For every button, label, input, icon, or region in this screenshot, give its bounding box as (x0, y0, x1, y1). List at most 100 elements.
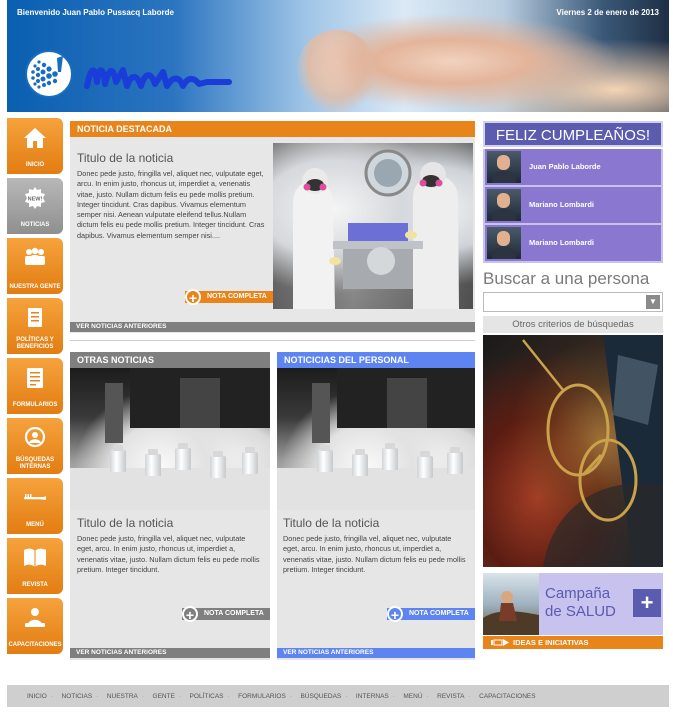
company-logo[interactable] (25, 50, 73, 98)
chevron-down-icon[interactable]: ▼ (646, 295, 660, 309)
sidebar-item-label: NUESTRA GENTE (9, 284, 61, 290)
other-news-image[interactable] (70, 368, 270, 510)
other-news-header: OTRAS NOTICIAS (70, 352, 270, 368)
campaign-text: Campaña de SALUD (545, 585, 616, 621)
featured-news-title[interactable]: Titulo de la noticia (77, 151, 267, 165)
sidebar-nav: INICIO NEW! NOTICIAS NUESTRA GENTE POLÍT… (7, 118, 63, 658)
sidebar-item-label: NOTICIAS (20, 222, 50, 228)
footer-link-menu[interactable]: MENÚ (403, 686, 422, 708)
cutlery-icon (24, 494, 46, 500)
magazine-image[interactable] (483, 335, 663, 567)
sidebar-item-noticias[interactable]: NEW! NOTICIAS (7, 178, 63, 234)
footer-separator: · (468, 693, 471, 700)
other-news-panel: OTRAS NOTICIAS Titulo de la noticia Done… (70, 352, 270, 660)
featured-more-button[interactable]: + NOTA COMPLETA (185, 289, 273, 306)
featured-news-image[interactable] (273, 143, 473, 309)
sidebar-item-menu[interactable]: MENÚ (7, 478, 63, 534)
ideas-initiatives-label: IDEAS E INICIATIVAS (513, 638, 589, 647)
footer-link-capacitaciones[interactable]: CAPACITACIONES (479, 686, 535, 708)
staff-news-body: Donec pede justo, fringilla vel, aliquet… (283, 534, 466, 574)
book-icon (24, 548, 46, 567)
footer-separator: · (227, 693, 230, 700)
campaign-plus-icon[interactable]: + (633, 589, 661, 617)
ideas-arrow-icon (491, 639, 509, 646)
staff-previous-link[interactable]: VER NOTICIAS ANTERIORES (277, 648, 475, 658)
campaign-line1: Campaña (545, 585, 611, 602)
other-news-text: Titulo de la noticia Donec pede justo, f… (77, 516, 263, 575)
sidebar-item-label: INICIO (25, 162, 45, 168)
birthday-person-row[interactable]: Mariano Lombardi (485, 225, 661, 261)
current-date: Viernes 2 de enero de 2013 (556, 8, 659, 17)
vial (145, 449, 161, 476)
lab-machine-illustration (70, 368, 270, 510)
plus-icon: + (387, 606, 403, 623)
vial (242, 447, 258, 474)
featured-news-panel: NOTICIA DESTACADA Titulo de la noticia D… (70, 121, 475, 333)
staff-news-header: NOTICICIAS DEL PERSONAL (277, 352, 475, 368)
staff-news-text: Titulo de la noticia Donec pede justo, f… (283, 516, 469, 575)
featured-news-header: NOTICIA DESTACADA (70, 121, 475, 137)
header-banner: Bienvenido Juan Pablo Pussacq Laborde Vi… (7, 0, 669, 112)
footer-separator: · (289, 693, 292, 700)
footer-link-formularios[interactable]: FORMULARIOS (238, 686, 286, 708)
birthday-person-name: Juan Pablo Laborde (529, 162, 601, 171)
footer-separator: · (178, 693, 182, 700)
sidebar-item-label: REVISTA (22, 582, 48, 588)
sidebar-item-busquedas[interactable]: BÚSQUEDAS INTERNAS (7, 418, 63, 474)
sidebar-item-politicas[interactable]: POLÍTICAS Y BENEFICIOS (7, 298, 63, 354)
staff-more-button[interactable]: + NOTA COMPLETA (387, 606, 475, 623)
birthday-person-row[interactable]: Juan Pablo Laborde (485, 149, 661, 185)
footer-link-gente[interactable]: GENTE (153, 686, 175, 708)
featured-previous-link[interactable]: VER NOTICIAS ANTERIORES (70, 322, 475, 332)
birthday-list: Juan Pablo Laborde Mariano Lombardi Mari… (483, 149, 663, 263)
search-person-select[interactable]: ▼ (483, 292, 663, 312)
footer-link-politicas[interactable]: POLÍTICAS (190, 686, 224, 708)
lab-workers-illustration (293, 149, 459, 309)
campaign-banner[interactable]: Campaña de SALUD + (483, 573, 663, 635)
avatar (487, 227, 521, 259)
birthday-person-name: Mariano Lombardi (529, 238, 595, 247)
search-person-title: Buscar a una persona (483, 269, 650, 288)
staff-news-title[interactable]: Titulo de la noticia (283, 516, 469, 530)
other-more-button[interactable]: + NOTA COMPLETA (182, 606, 270, 623)
other-search-criteria-link[interactable]: Otros criterios de búsquedas (483, 316, 663, 333)
footer-link-busquedas[interactable]: BÚSQUEDAS (300, 686, 341, 708)
right-column: FELIZ CUMPLEAÑOS! Juan Pablo Laborde Mar… (483, 121, 663, 649)
featured-news-text: Titulo de la noticia Donec pede justo, f… (77, 151, 267, 241)
magazine-glasses-illustration (522, 335, 663, 567)
vial (317, 445, 333, 472)
welcome-text: Bienvenido Juan Pablo Pussacq Laborde (17, 8, 174, 17)
sidebar-item-label: CAPACITACIONES (8, 642, 62, 648)
birthday-person-row[interactable]: Mariano Lombardi (485, 187, 661, 223)
birthday-header: FELIZ CUMPLEAÑOS! (483, 121, 663, 147)
birthday-person-name: Mariano Lombardi (529, 200, 595, 209)
sidebar-item-label: MENÚ (26, 522, 44, 528)
footer-link-revista[interactable]: REVISTA (437, 686, 464, 708)
footer-link-nuestra[interactable]: NUESTRA (107, 686, 138, 708)
avatar (487, 189, 521, 221)
footer-link-inicio[interactable]: INICIO (27, 686, 47, 708)
training-icon (25, 608, 45, 627)
sidebar-item-inicio[interactable]: INICIO (7, 118, 63, 174)
people-icon (25, 247, 45, 265)
sidebar-item-capacitaciones[interactable]: CAPACITACIONES (7, 598, 63, 654)
vial (175, 443, 191, 470)
footer-separator: · (50, 693, 54, 700)
other-news-title[interactable]: Titulo de la noticia (77, 516, 263, 530)
sidebar-item-revista[interactable]: REVISTA (7, 538, 63, 594)
sidebar-item-formularios[interactable]: FORMULARIOS (7, 358, 63, 414)
page: { "header": { "greeting": "Bienvenido Ju… (0, 0, 673, 724)
footer-link-noticias[interactable]: NOTICIAS (62, 686, 93, 708)
campaign-person-illustration (483, 591, 539, 635)
vial (110, 445, 126, 472)
other-previous-link[interactable]: VER NOTICIAS ANTERIORES (70, 648, 270, 658)
ideas-initiatives-link[interactable]: IDEAS E INICIATIVAS (483, 636, 663, 649)
footer-link-internas[interactable]: INTERNAS (356, 686, 389, 708)
news-badge-icon: NEW! (25, 187, 45, 209)
footer-separator: · (96, 693, 99, 700)
plus-icon: + (185, 289, 201, 306)
avatar (487, 151, 521, 183)
staff-news-image[interactable] (277, 368, 475, 510)
footer-nav: INICIO · NOTICIAS · NUESTRA · GENTE · POLÍTI… (7, 685, 669, 707)
sidebar-item-nuestra-gente[interactable]: NUESTRA GENTE (7, 238, 63, 294)
